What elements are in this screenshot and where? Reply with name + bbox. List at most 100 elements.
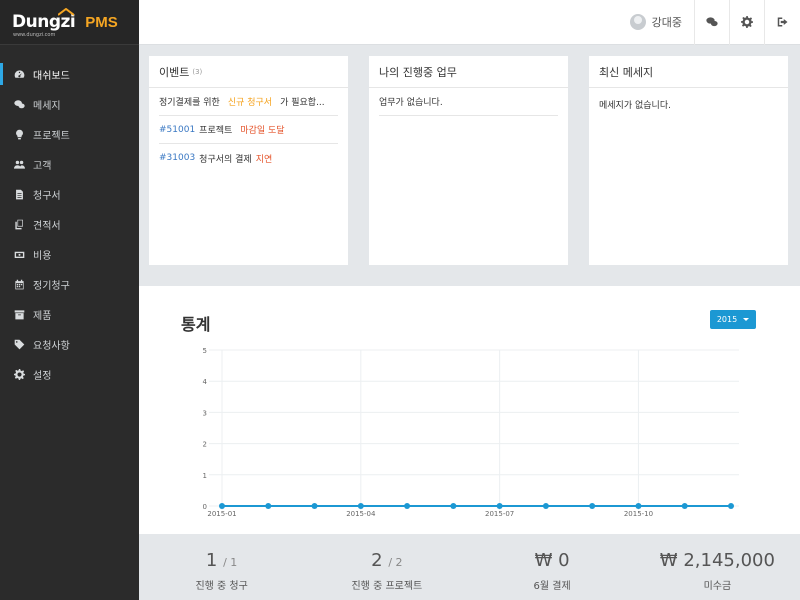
invoice-link[interactable]: #31003 — [159, 153, 195, 163]
users-icon — [12, 158, 26, 170]
settings-button[interactable] — [730, 0, 765, 45]
brand[interactable]: Dungzi www.dungzi.com PMS — [0, 0, 139, 45]
events-panel-header: 이벤트 (3) — [149, 56, 348, 88]
calendar-icon — [12, 278, 26, 290]
sidebar-item-label: 청구서 — [33, 190, 61, 202]
sidebar-item-quotes[interactable]: 견적서 — [0, 209, 139, 239]
copy-icon — [12, 218, 26, 230]
data-point — [311, 503, 318, 509]
summary-value: 1 — [205, 550, 218, 571]
sidebar-item-recurring[interactable]: 정기청구 — [0, 269, 139, 299]
sidebar-item-settings[interactable]: 설정 — [0, 359, 139, 389]
dashboard-icon — [12, 68, 26, 80]
messages-panel-header: 최신 메세지 — [589, 56, 788, 88]
tasks-panel: 나의 진행중 업무 업무가 없습니다. — [369, 56, 568, 265]
summary-total: / 2 — [388, 556, 403, 569]
summary-label: 6월 결제 — [533, 581, 571, 592]
data-point — [219, 503, 225, 509]
logout-button[interactable] — [765, 0, 800, 45]
x-tick-label: 2015-04 — [346, 510, 376, 518]
panel-title: 이벤트 — [159, 65, 190, 79]
event-link[interactable]: 신규 청구서 — [228, 95, 272, 108]
summary-projects: 2 / 2 진행 중 프로젝트 — [304, 534, 469, 600]
sidebar-item-label: 비용 — [33, 250, 52, 262]
sidebar-nav: 대쉬보드 메세지 프로젝트 고객 청구서 견적서 비용 정기청구 제품 요청사항… — [0, 59, 139, 389]
data-point — [681, 503, 688, 509]
money-icon — [12, 248, 26, 260]
summary-value: ₩ 0 — [534, 550, 570, 571]
events-count: (3) — [192, 67, 203, 76]
logo: Dungzi www.dungzi.com — [12, 7, 76, 37]
sidebar-item-dashboard[interactable]: 대쉬보드 — [0, 59, 139, 89]
summary-value: 2 — [371, 550, 383, 571]
logout-icon — [777, 17, 787, 27]
sidebar-item-label: 제품 — [33, 310, 52, 322]
archive-icon — [12, 308, 26, 320]
data-point — [542, 503, 549, 509]
sidebar: Dungzi www.dungzi.com PMS 대쉬보드 메세지 프로젝트 … — [0, 0, 139, 600]
x-tick-label: 2015-07 — [485, 510, 514, 518]
user-menu[interactable]: 강대중 — [618, 0, 695, 45]
event-item[interactable]: #31003 청구서의 결제 지연 — [159, 144, 338, 172]
y-tick-label: 1 — [203, 472, 207, 480]
panel-title: 나의 진행중 업무 — [379, 65, 457, 79]
event-item[interactable]: #51001 프로젝트 마감일 도달 — [159, 116, 338, 144]
summary-label: 미수금 — [703, 581, 732, 592]
sidebar-item-label: 정기청구 — [33, 280, 70, 292]
event-item[interactable]: 정기결제를 위한 신규 청구서 가 필요합... — [159, 88, 338, 116]
summary-invoices: 1 / 1 진행 중 청구 — [139, 534, 304, 600]
x-tick-label: 2015-10 — [624, 510, 653, 518]
avatar — [629, 14, 646, 30]
sidebar-item-invoices[interactable]: 청구서 — [0, 179, 139, 209]
data-point — [589, 503, 596, 509]
data-point — [728, 503, 734, 509]
y-tick-label: 0 — [203, 503, 207, 511]
summary-label: 진행 중 프로젝트 — [351, 581, 423, 592]
events-panel: 이벤트 (3) 정기결제를 위한 신규 청구서 가 필요합... #51001 … — [149, 56, 348, 265]
sidebar-item-products[interactable]: 제품 — [0, 299, 139, 329]
sidebar-item-label: 대쉬보드 — [33, 70, 70, 82]
summary-label: 진행 중 청구 — [195, 581, 248, 592]
messages-button[interactable] — [695, 0, 730, 45]
sidebar-item-label: 요청사항 — [33, 340, 70, 352]
sidebar-item-customers[interactable]: 고객 — [0, 149, 139, 179]
summary-receivables: ₩ 2,145,000 미수금 — [635, 534, 800, 600]
tasks-panel-header: 나의 진행중 업무 — [369, 56, 568, 88]
summary-value: ₩ 2,145,000 — [659, 550, 775, 571]
status-label: 마감일 도달 — [240, 126, 285, 136]
panel-title: 최신 메세지 — [599, 65, 654, 79]
sidebar-item-expenses[interactable]: 비용 — [0, 239, 139, 269]
y-tick-label: 3 — [203, 409, 207, 417]
status-label: 지연 — [255, 154, 273, 165]
x-tick-label: 2015-01 — [207, 510, 236, 518]
summary-total: / 1 — [223, 556, 238, 569]
data-point — [635, 503, 642, 509]
sidebar-item-label: 메세지 — [33, 100, 61, 112]
gear-icon — [741, 16, 753, 28]
data-point — [496, 503, 503, 509]
messages-panel: 최신 메세지 메세지가 없습니다. — [589, 56, 788, 265]
sidebar-item-requests[interactable]: 요청사항 — [0, 329, 139, 359]
sidebar-item-projects[interactable]: 프로젝트 — [0, 119, 139, 149]
y-tick-label: 5 — [203, 347, 207, 355]
sidebar-item-label: 견적서 — [33, 220, 61, 232]
data-point — [450, 503, 457, 509]
product-name: PMS — [85, 13, 118, 31]
sidebar-item-label: 고객 — [33, 160, 52, 172]
sidebar-item-label: 프로젝트 — [33, 130, 70, 142]
lightbulb-icon — [12, 128, 26, 140]
sidebar-item-messages[interactable]: 메세지 — [0, 89, 139, 119]
empty-state: 업무가 없습니다. — [379, 88, 558, 116]
roof-icon — [58, 7, 74, 16]
chat-icon — [706, 17, 718, 27]
top-header: 강대중 — [139, 0, 800, 45]
document-icon — [12, 188, 26, 200]
summary-payments: ₩ 0 6월 결제 — [470, 534, 635, 600]
data-point — [265, 503, 272, 509]
chat-icon — [12, 98, 26, 110]
project-link[interactable]: #51001 — [159, 125, 195, 135]
logo-subtitle: www.dungzi.com — [13, 31, 56, 38]
stats-section: 통계 2015 0 1 2 3 4 5 2015-01 2015-04 2015-07 2015-… — [139, 286, 800, 534]
sidebar-item-label: 설정 — [33, 370, 52, 382]
stats-chart: 0 1 2 3 4 5 2015-01 2015-04 2015-07 2015-10 — [203, 347, 739, 518]
